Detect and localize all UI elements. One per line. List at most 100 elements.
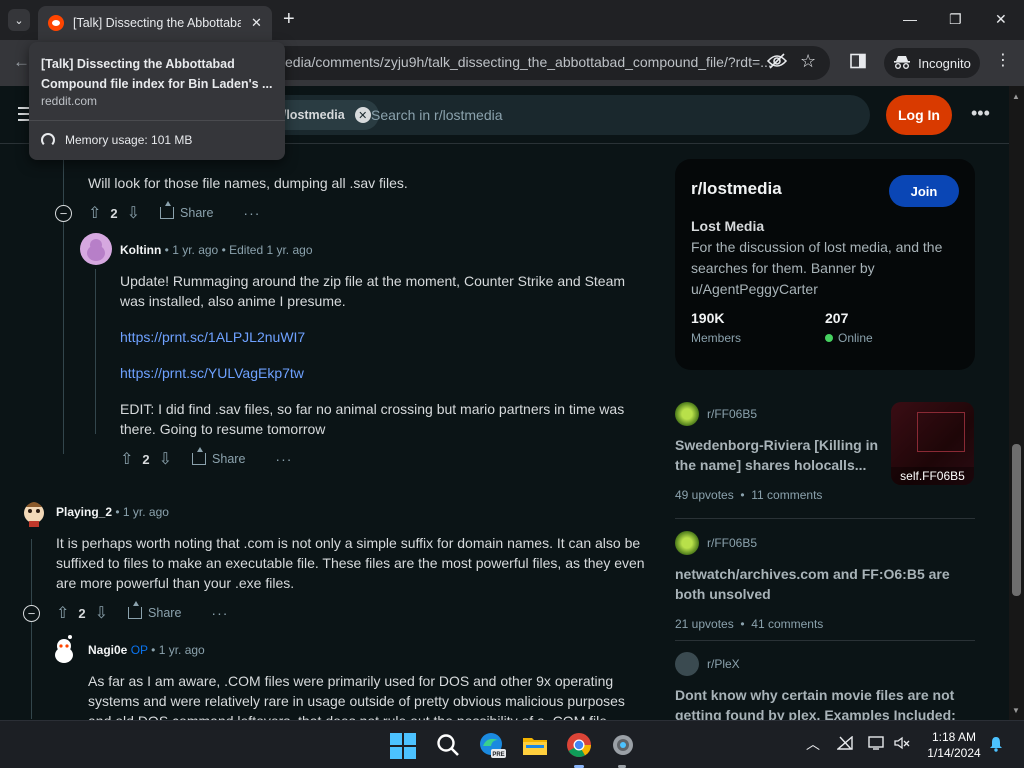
chrome-icon[interactable] — [565, 731, 593, 759]
related-sub-name[interactable]: r/FF06B5 — [707, 536, 757, 550]
search-placeholder[interactable]: Search in r/lostmedia — [371, 107, 503, 123]
windows-taskbar: PRE ︿ 1:18 AM 1/14/2024 — [0, 720, 1024, 768]
tab-search-button[interactable]: ⌄ — [8, 9, 30, 31]
comment-meta: • 1 yr. ago — [112, 505, 169, 519]
upvote-icon[interactable]: ⇧ — [56, 603, 69, 623]
tab-title: [Talk] Dissecting the Abbottabad Compoun… — [73, 16, 241, 30]
snoo-avatar-icon — [24, 502, 44, 527]
comment-body: Will look for those file names, dumping … — [88, 175, 408, 191]
tray-overflow-chevron-icon[interactable]: ︿ — [806, 734, 820, 754]
subreddit-icon — [675, 402, 699, 426]
author-name[interactable]: Playing_2 — [56, 505, 112, 519]
comment-author[interactable]: Nagi0e OP • 1 yr. ago — [88, 643, 205, 657]
upvote-icon[interactable]: ⇧ — [120, 449, 133, 469]
comment-link[interactable]: https://prnt.sc/YULVagEkp7tw — [120, 363, 304, 383]
related-upvotes: 21 upvotes — [675, 617, 734, 631]
share-button[interactable]: Share — [128, 601, 181, 620]
url-text[interactable]: edia/comments/zyju9h/talk_dissecting_the… — [285, 54, 772, 70]
related-post-thumbnail[interactable]: self.FF06B5 — [891, 402, 974, 485]
op-badge: OP — [130, 643, 148, 657]
downvote-icon[interactable]: ⇩ — [127, 203, 140, 223]
page-scrollbar[interactable]: ▲ ▼ — [1009, 86, 1024, 720]
browser-menu-icon[interactable]: ⋮ — [995, 51, 1011, 71]
scrollbar-thumb[interactable] — [1012, 444, 1021, 596]
join-button[interactable]: Join — [889, 175, 959, 207]
hover-card-divider — [29, 120, 285, 121]
online-label: Online — [825, 331, 873, 345]
related-post-subreddit[interactable]: r/PleX — [675, 652, 975, 676]
tab-close-icon[interactable]: ✕ — [251, 15, 262, 31]
incognito-badge[interactable]: Incognito — [884, 48, 980, 78]
comment-author[interactable]: Koltinn • 1 yr. ago • Edited 1 yr. ago — [120, 243, 313, 257]
author-name[interactable]: Koltinn — [120, 243, 161, 257]
upvote-icon[interactable]: ⇧ — [88, 203, 101, 223]
subreddit-info-card: r/lostmedia Join Lost Media For the disc… — [675, 159, 975, 370]
related-sub-name[interactable]: r/FF06B5 — [707, 407, 757, 421]
clear-chip-icon[interactable]: ✕ — [354, 107, 371, 123]
avatar[interactable] — [80, 233, 112, 265]
avatar[interactable] — [18, 495, 50, 527]
thread-line — [95, 269, 96, 434]
minimize-icon[interactable]: — — [903, 9, 917, 29]
eye-off-icon[interactable] — [766, 53, 788, 74]
online-dot-icon — [825, 334, 833, 342]
scroll-up-icon[interactable]: ▲ — [1012, 92, 1020, 101]
thread-line — [31, 539, 32, 719]
related-post[interactable]: r/FF06B5 Swedenborg-Riviera [Killing in … — [675, 402, 880, 502]
more-actions-icon[interactable]: ··· — [243, 205, 260, 221]
related-post-subreddit[interactable]: r/FF06B5 — [675, 402, 880, 426]
volume-muted-icon[interactable] — [893, 736, 911, 753]
collapse-thread-icon[interactable]: − — [55, 205, 72, 222]
display-icon[interactable] — [868, 736, 886, 753]
bookmark-star-icon[interactable]: ☆ — [800, 51, 816, 72]
downvote-icon[interactable]: ⇩ — [95, 603, 108, 623]
thread-line — [63, 144, 64, 454]
more-actions-icon[interactable]: ··· — [211, 605, 228, 621]
related-post-title[interactable]: Dont know why certain movie files are no… — [675, 685, 975, 720]
related-post[interactable]: r/FF06B5 netwatch/archives.com and FF:O6… — [675, 531, 975, 631]
notification-bell-icon[interactable] — [988, 736, 1004, 756]
online-count: 207 — [825, 310, 849, 326]
avatar[interactable] — [48, 633, 80, 665]
members-count: 190K — [691, 310, 725, 326]
vote-count: 2 — [78, 605, 86, 621]
related-post[interactable]: r/PleX Dont know why certain movie files… — [675, 652, 975, 720]
share-button[interactable]: Share — [192, 447, 245, 466]
settings-gear-icon[interactable] — [609, 731, 637, 759]
maximize-icon[interactable]: ❐ — [949, 9, 962, 29]
related-sub-name[interactable]: r/PleX — [707, 657, 740, 671]
scroll-down-icon[interactable]: ▼ — [1012, 706, 1020, 715]
more-actions-icon[interactable]: ··· — [275, 451, 292, 467]
comment-author[interactable]: Playing_2 • 1 yr. ago — [56, 505, 169, 519]
related-divider — [675, 518, 975, 519]
related-post-subreddit[interactable]: r/FF06B5 — [675, 531, 975, 555]
comment-link[interactable]: https://prnt.sc/1ALPJL2nuWI7 — [120, 327, 305, 347]
snoo-avatar-icon — [87, 239, 105, 261]
search-icon[interactable] — [434, 731, 462, 759]
system-clock[interactable]: 1:18 AM 1/14/2024 — [920, 729, 988, 761]
share-label: Share — [180, 206, 214, 220]
related-divider — [675, 640, 975, 641]
back-arrow-icon[interactable]: ← — [13, 52, 30, 72]
window-close-icon[interactable]: ✕ — [995, 9, 1007, 29]
related-post-title[interactable]: Swedenborg-Riviera [Killing in the name]… — [675, 435, 880, 475]
comment-actions: ⇧ 2 ⇩ Share ··· — [120, 447, 292, 469]
more-options-icon[interactable]: ••• — [971, 103, 990, 124]
file-explorer-icon[interactable] — [521, 731, 549, 759]
side-panel-icon[interactable] — [850, 53, 866, 74]
author-name[interactable]: Nagi0e — [88, 643, 127, 657]
windows-start-icon[interactable] — [390, 733, 416, 759]
subreddit-name[interactable]: r/lostmedia — [691, 179, 782, 199]
network-offline-icon[interactable] — [836, 735, 853, 753]
edge-beta-icon[interactable]: PRE — [478, 731, 506, 759]
collapse-thread-icon[interactable]: − — [23, 605, 40, 622]
login-button[interactable]: Log In — [886, 95, 952, 135]
downvote-icon[interactable]: ⇩ — [159, 449, 172, 469]
related-post-title[interactable]: netwatch/archives.com and FF:O6:B5 are b… — [675, 564, 975, 604]
new-tab-button[interactable]: + — [283, 8, 295, 30]
memory-gauge-icon — [41, 133, 55, 147]
browser-tab[interactable]: [Talk] Dissecting the Abbottabad Compoun… — [38, 6, 272, 40]
tab-hover-card: [Talk] Dissecting the Abbottabad Compoun… — [29, 42, 285, 160]
share-button[interactable]: Share — [160, 201, 214, 220]
thumbnail-label: self.FF06B5 — [891, 467, 974, 485]
